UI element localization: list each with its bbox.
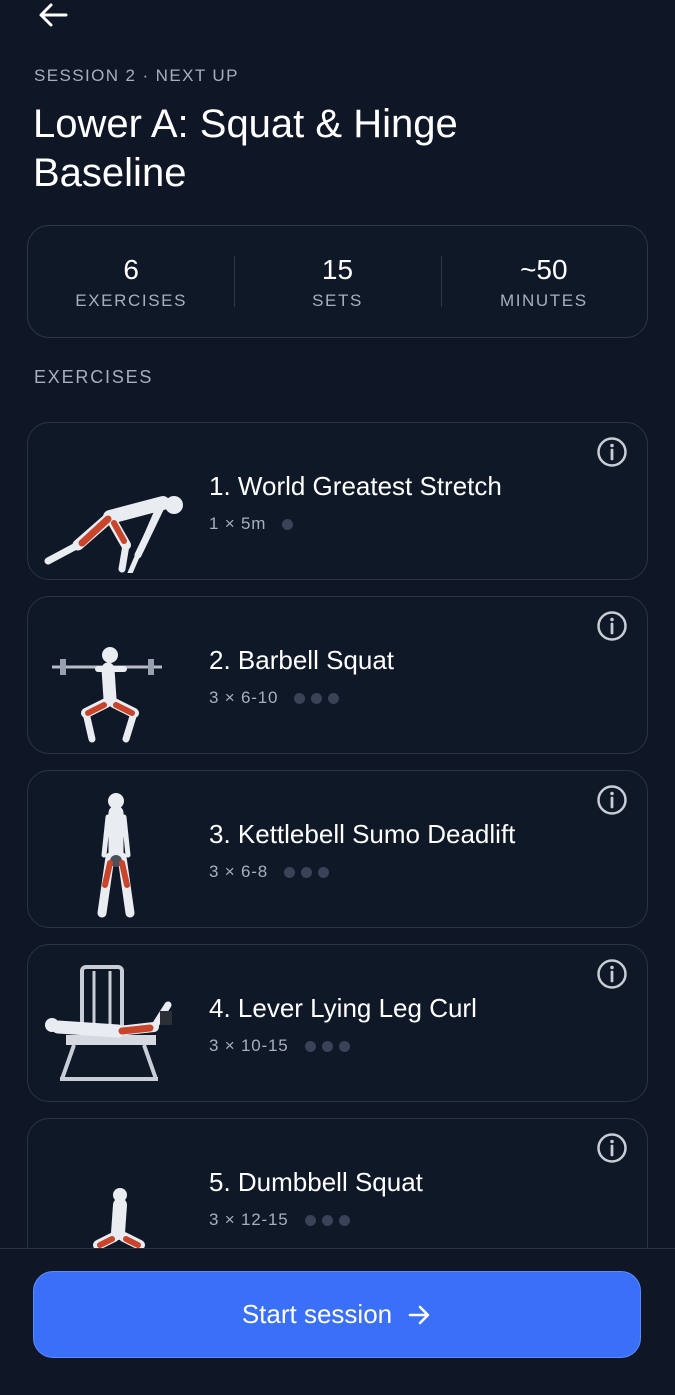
back-button[interactable]	[36, 0, 70, 30]
exercise-sets: 3 × 6-10	[209, 688, 340, 708]
set-dot	[294, 692, 306, 704]
stat-label: MINUTES	[499, 290, 588, 310]
set-indicator	[282, 518, 294, 530]
set-dot	[328, 692, 340, 704]
exercise-name: 3. Kettlebell Sumo Deadlift	[209, 819, 516, 849]
exercise-name: 5. Dumbbell Squat	[209, 1167, 423, 1197]
exercise-set-scheme: 3 × 6-10	[209, 688, 279, 707]
info-button[interactable]	[596, 436, 628, 468]
stat-value: ~50	[520, 253, 568, 285]
exercise-sets: 1 × 5m	[209, 514, 294, 534]
exercise-set-scheme: 3 × 10-15	[209, 1036, 289, 1055]
start-session-label: Start session	[241, 1299, 393, 1329]
set-dot	[338, 1214, 350, 1226]
exercise-set-scheme: 3 × 6-8	[209, 862, 268, 881]
page-title: Lower A: Squat & Hinge Baseline	[33, 102, 458, 195]
info-button[interactable]	[596, 784, 628, 816]
exercise-name: 1. World Greatest Stretch	[209, 471, 502, 501]
info-icon	[597, 785, 627, 815]
stat-value: 6	[123, 253, 139, 285]
exercise-set-scheme: 3 × 12-15	[209, 1210, 289, 1229]
exercise-card[interactable]: 1. World Greatest Stretch 1 × 5m	[27, 422, 648, 580]
set-dot	[301, 866, 312, 878]
info-button[interactable]	[596, 958, 628, 990]
set-indicator	[284, 866, 329, 878]
info-icon	[597, 611, 627, 641]
set-dot	[338, 1040, 350, 1052]
exercise-illustration	[38, 433, 198, 576]
exercise-card[interactable]: 2. Barbell Squat 3 × 6-10	[27, 596, 648, 754]
exercise-illustration	[38, 781, 198, 921]
session-detail-screen: SESSION 2 · NEXT UP Lower A: Squat & Hin…	[0, 0, 675, 1395]
session-kicker: SESSION 2 · NEXT UP	[34, 66, 239, 85]
exercise-illustration	[38, 955, 198, 1095]
stat-label: EXERCISES	[75, 290, 188, 310]
exercise-name: 2. Barbell Squat	[209, 645, 395, 675]
set-dot	[321, 1214, 333, 1226]
footer-bar: Start session	[0, 1248, 675, 1395]
arrow-right-icon	[408, 1305, 430, 1324]
set-dot	[282, 518, 294, 530]
stat-label: SETS	[312, 290, 363, 310]
stat-value: 15	[321, 253, 354, 285]
exercise-set-scheme: 1 × 5m	[209, 514, 267, 533]
exercise-name: 4. Lever Lying Leg Curl	[209, 993, 477, 1023]
session-stats: 6 EXERCISES 15 SETS ~50 MINUTES	[27, 225, 648, 338]
set-dot	[321, 1040, 333, 1052]
set-dot	[318, 866, 329, 878]
arrow-left-icon	[39, 3, 68, 27]
set-dot	[284, 866, 295, 878]
info-button[interactable]	[596, 610, 628, 642]
set-dot	[311, 692, 323, 704]
info-button[interactable]	[596, 1132, 628, 1164]
section-label-exercises: EXERCISES	[34, 367, 154, 387]
exercise-card[interactable]: 3. Kettlebell Sumo Deadlift 3 × 6-8	[27, 770, 648, 928]
info-icon	[597, 1133, 627, 1163]
stat-exercises: 6 EXERCISES	[28, 226, 234, 337]
start-session-button[interactable]: Start session	[33, 1271, 641, 1358]
set-indicator	[304, 1040, 350, 1052]
exercise-card[interactable]: 5. Dumbbell Squat 3 × 12-15	[27, 1118, 648, 1248]
scroll-content[interactable]: SESSION 2 · NEXT UP Lower A: Squat & Hin…	[0, 0, 675, 1248]
exercise-illustration	[38, 607, 198, 747]
exercise-sets: 3 × 6-8	[209, 862, 329, 882]
exercise-sets: 3 × 10-15	[209, 1036, 350, 1056]
exercise-card[interactable]: 4. Lever Lying Leg Curl 3 × 10-15	[27, 944, 648, 1102]
exercise-sets: 3 × 12-15	[209, 1210, 350, 1230]
stat-minutes: ~50 MINUTES	[440, 226, 647, 337]
info-icon	[597, 959, 627, 989]
set-indicator	[294, 692, 340, 704]
exercise-illustration	[38, 1129, 198, 1248]
set-dot	[304, 1040, 316, 1052]
stat-sets: 15 SETS	[234, 226, 440, 337]
info-icon	[597, 437, 627, 467]
set-dot	[304, 1214, 316, 1226]
set-indicator	[304, 1214, 350, 1226]
